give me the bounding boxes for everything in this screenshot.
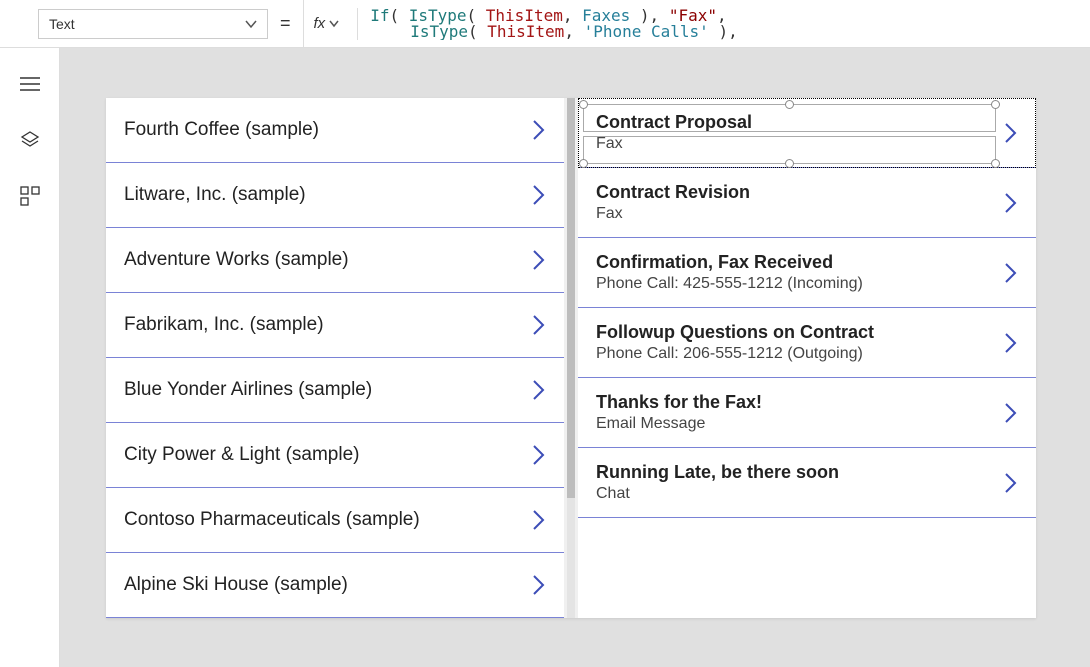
activity-subtitle: Fax — [596, 135, 1004, 153]
account-item[interactable]: Blue Yonder Airlines (sample) — [106, 358, 564, 423]
property-dropdown[interactable]: Text — [38, 9, 268, 39]
app-preview: Fourth Coffee (sample) Litware, Inc. (sam… — [106, 98, 1036, 618]
activity-title: Running Late, be there soon — [596, 462, 1004, 483]
property-label: Text — [49, 16, 75, 32]
activity-item[interactable]: Confirmation, Fax Received Phone Call: 42… — [578, 238, 1036, 308]
chevron-right-icon[interactable] — [1004, 471, 1018, 495]
account-item[interactable]: Contoso Pharmaceuticals (sample) — [106, 488, 564, 553]
fx-label: fx — [314, 15, 340, 32]
activity-title: Followup Questions on Contract — [596, 322, 1004, 343]
account-title: Fabrikam, Inc. (sample) — [124, 314, 532, 336]
activities-gallery[interactable]: Contract Proposal Fax Contract Revision Fax… — [578, 98, 1036, 618]
account-title: Fourth Coffee (sample) — [124, 119, 532, 141]
chevron-down-icon — [329, 19, 339, 29]
account-title: Blue Yonder Airlines (sample) — [124, 379, 532, 401]
activity-title: Contract Proposal — [596, 112, 1004, 133]
chevron-right-icon[interactable] — [1004, 261, 1018, 285]
scrollbar[interactable] — [564, 98, 578, 618]
account-item[interactable]: Alpine Ski House (sample) — [106, 553, 564, 618]
account-title: Contoso Pharmaceuticals (sample) — [124, 509, 532, 531]
chevron-right-icon[interactable] — [532, 313, 546, 337]
activity-subtitle: Fax — [596, 205, 1004, 223]
account-title: Litware, Inc. (sample) — [124, 184, 532, 206]
account-item[interactable]: Fourth Coffee (sample) — [106, 98, 564, 163]
activity-item[interactable]: Followup Questions on Contract Phone Call… — [578, 308, 1036, 378]
components-icon[interactable] — [18, 184, 42, 208]
activity-item[interactable]: Running Late, be there soon Chat — [578, 448, 1036, 518]
chevron-down-icon — [245, 18, 257, 30]
fx-dropdown[interactable]: fx — [303, 0, 350, 47]
chevron-right-icon[interactable] — [532, 378, 546, 402]
chevron-right-icon[interactable] — [1004, 121, 1018, 145]
chevron-right-icon[interactable] — [1004, 401, 1018, 425]
chevron-right-icon[interactable] — [532, 183, 546, 207]
layers-icon[interactable] — [18, 128, 42, 152]
canvas-area: Fourth Coffee (sample) Litware, Inc. (sam… — [60, 48, 1090, 667]
activity-subtitle: Phone Call: 206-555-1212 (Outgoing) — [596, 345, 1004, 363]
formula-bar: Text = fx If( IsType( ThisItem, Faxes ),… — [0, 0, 1090, 48]
chevron-right-icon[interactable] — [532, 443, 546, 467]
accounts-gallery[interactable]: Fourth Coffee (sample) Litware, Inc. (sam… — [106, 98, 564, 618]
activity-item[interactable]: Thanks for the Fax! Email Message — [578, 378, 1036, 448]
account-title: City Power & Light (sample) — [124, 444, 532, 466]
hamburger-icon[interactable] — [18, 72, 42, 96]
chevron-right-icon[interactable] — [532, 508, 546, 532]
activity-subtitle: Email Message — [596, 415, 1004, 433]
activity-title: Thanks for the Fax! — [596, 392, 1004, 413]
activity-title: Confirmation, Fax Received — [596, 252, 1004, 273]
account-item[interactable]: Adventure Works (sample) — [106, 228, 564, 293]
account-item[interactable]: Litware, Inc. (sample) — [106, 163, 564, 228]
activity-item[interactable]: Contract Proposal Fax — [578, 98, 1036, 168]
chevron-right-icon[interactable] — [1004, 331, 1018, 355]
chevron-right-icon[interactable] — [532, 573, 546, 597]
left-nav-rail — [0, 48, 60, 667]
chevron-right-icon[interactable] — [532, 248, 546, 272]
account-title: Adventure Works (sample) — [124, 249, 532, 271]
activity-item[interactable]: Contract Revision Fax — [578, 168, 1036, 238]
chevron-right-icon[interactable] — [1004, 191, 1018, 215]
chevron-right-icon[interactable] — [532, 118, 546, 142]
account-item[interactable]: Fabrikam, Inc. (sample) — [106, 293, 564, 358]
scrollbar-thumb[interactable] — [567, 98, 575, 498]
activity-subtitle: Phone Call: 425-555-1212 (Incoming) — [596, 275, 1004, 293]
formula-input[interactable]: If( IsType( ThisItem, Faxes ), "Fax", Is… — [357, 8, 1090, 40]
activity-subtitle: Chat — [596, 485, 1004, 503]
activity-title: Contract Revision — [596, 182, 1004, 203]
equals-sign: = — [280, 13, 291, 34]
account-item[interactable]: City Power & Light (sample) — [106, 423, 564, 488]
account-title: Alpine Ski House (sample) — [124, 574, 532, 596]
